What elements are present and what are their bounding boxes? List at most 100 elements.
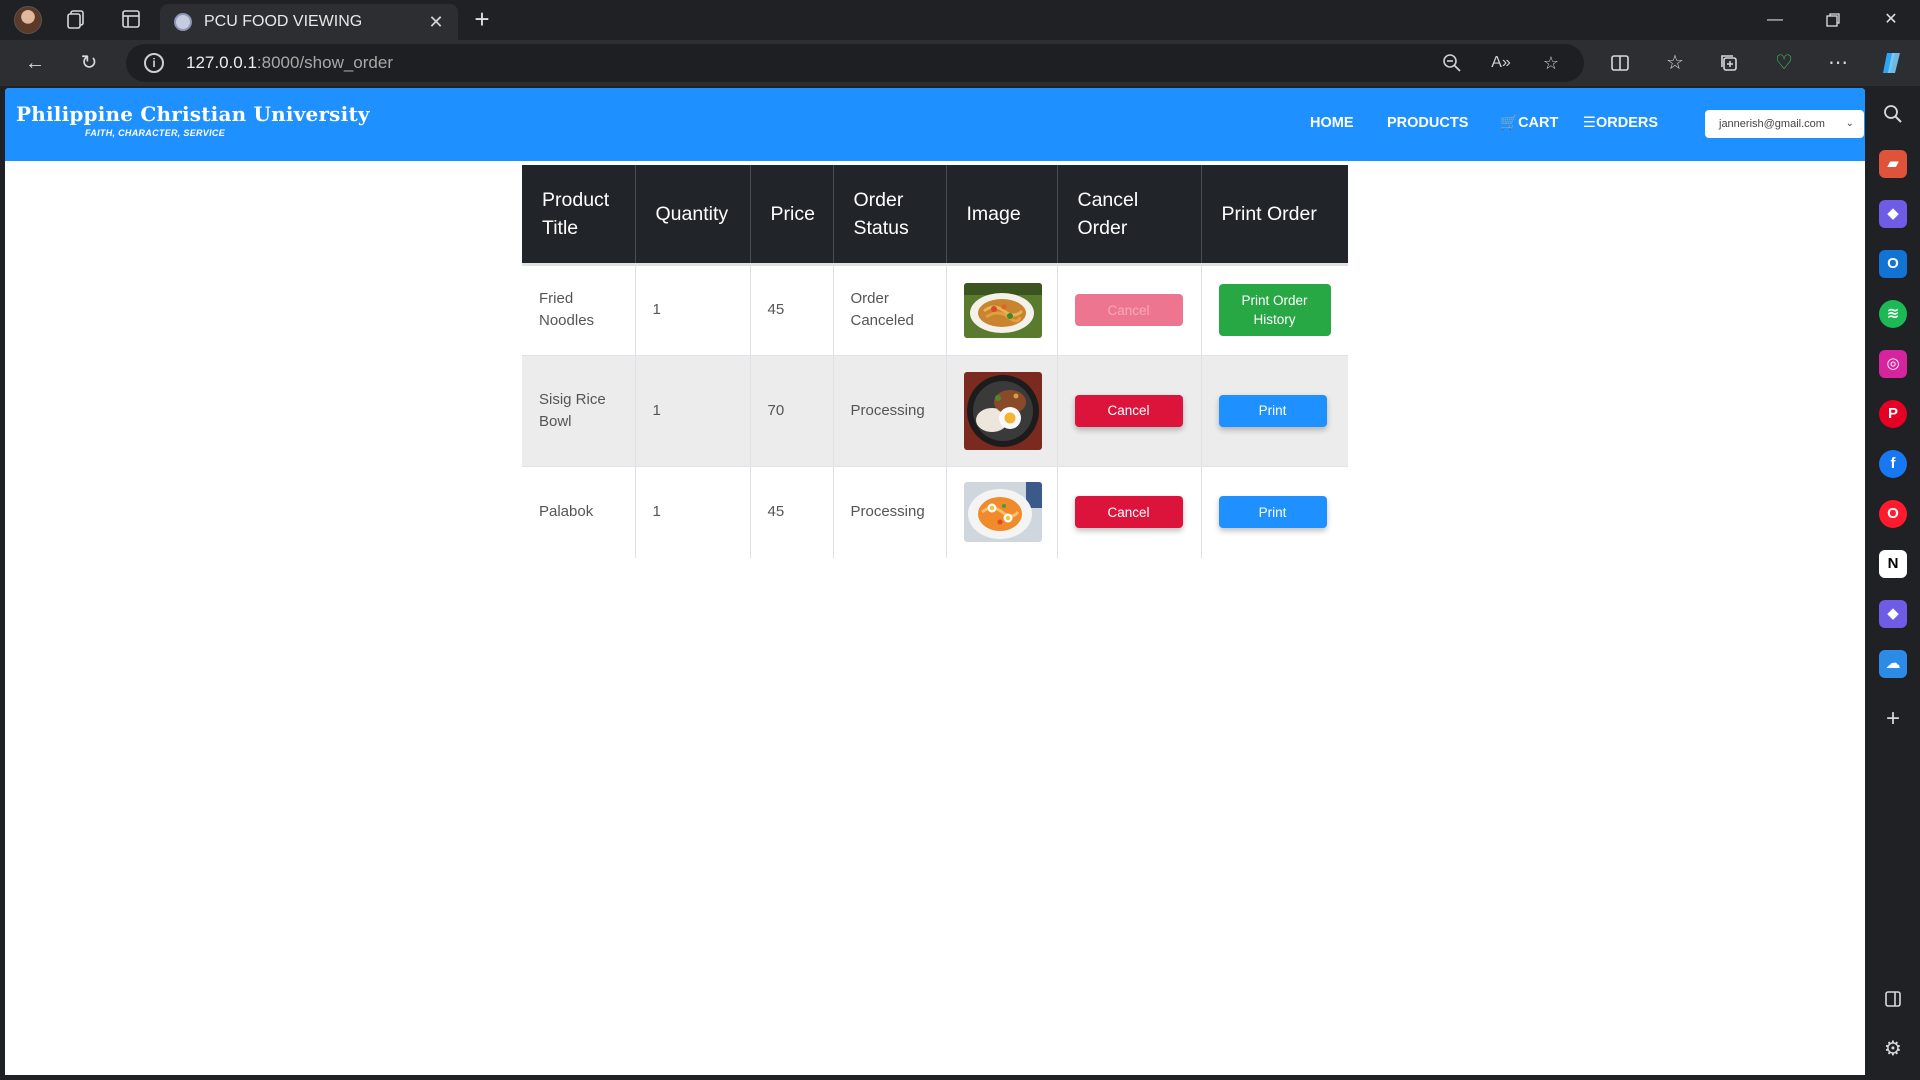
cancel-cell: Cancel xyxy=(1057,264,1202,355)
header-product-title: Product Title xyxy=(522,165,636,264)
fried-noodles-image xyxy=(963,282,1042,338)
address-bar[interactable]: i 127.0.0.1:8000/show_order A» ☆ xyxy=(126,44,1584,82)
product-title-cell: Palabok xyxy=(522,466,636,558)
cart-icon: 🛒 xyxy=(1500,115,1519,131)
chevron-down-icon: ⌄ xyxy=(1845,118,1854,129)
image-cell xyxy=(946,466,1058,558)
cancel-order-button: Cancel xyxy=(1074,294,1183,326)
nav-products-link[interactable]: PRODUCTS xyxy=(1387,88,1468,159)
favorites-icon[interactable]: ☆ xyxy=(1660,48,1690,78)
nav-cart-label: CART xyxy=(1518,115,1559,131)
profile-avatar[interactable] xyxy=(14,6,42,34)
minimize-icon[interactable]: — xyxy=(1757,6,1793,34)
image-cell xyxy=(946,355,1058,466)
table-row: Palabok 1 45 Processing Cancel Print xyxy=(522,466,1348,558)
image-cell xyxy=(946,264,1058,355)
workspaces-icon[interactable] xyxy=(64,8,88,32)
list-icon: ☰ xyxy=(1583,115,1596,131)
favorite-star-icon[interactable]: ☆ xyxy=(1537,49,1565,77)
restore-icon[interactable] xyxy=(1815,6,1851,34)
browser-toolbar: ← ↻ i 127.0.0.1:8000/show_order A» ☆ ☆ ♡… xyxy=(0,40,1920,86)
orders-table: Product Title Quantity Price Order Statu… xyxy=(522,165,1348,558)
print-order-history-button[interactable]: Print Order History xyxy=(1218,284,1331,336)
nav-home-link[interactable]: HOME xyxy=(1310,88,1354,159)
user-email: jannerish@gmail.com xyxy=(1719,118,1825,130)
copilot-app-icon[interactable]: ◆ xyxy=(1879,200,1907,228)
browser-essentials-icon[interactable]: ♡ xyxy=(1769,48,1799,78)
tools-icon[interactable]: ▰ xyxy=(1879,150,1907,178)
palabok-image xyxy=(963,482,1042,543)
site-logo[interactable]: Philippine Christian University FAITH, C… xyxy=(16,102,370,138)
tab-actions-icon[interactable] xyxy=(119,8,143,32)
back-icon[interactable]: ← xyxy=(20,48,50,78)
table-row: Sisig Rice Bowl 1 70 Processing Cancel P… xyxy=(522,355,1348,466)
tab-title: PCU FOOD VIEWING xyxy=(204,13,363,30)
cancel-order-button[interactable]: Cancel xyxy=(1074,394,1183,427)
nav-orders-link[interactable]: ☰ORDERS xyxy=(1583,88,1658,159)
close-window-icon[interactable]: ✕ xyxy=(1873,6,1909,34)
collections-icon[interactable] xyxy=(1714,48,1744,78)
opera-icon[interactable]: O xyxy=(1879,500,1907,528)
print-cell: Print xyxy=(1201,355,1348,466)
url-text[interactable]: 127.0.0.1:8000/show_order xyxy=(186,44,393,82)
table-header-row: Product Title Quantity Price Order Statu… xyxy=(522,165,1348,264)
spotify-icon[interactable]: ≋ xyxy=(1879,300,1907,328)
cancel-cell: Cancel xyxy=(1057,355,1202,466)
search-icon[interactable] xyxy=(1879,100,1907,128)
site-info-icon[interactable]: i xyxy=(144,53,164,73)
read-aloud-icon[interactable]: A» xyxy=(1487,49,1515,77)
status-cell: Processing xyxy=(833,466,947,558)
print-order-button[interactable]: Print xyxy=(1218,394,1327,427)
refresh-icon[interactable]: ↻ xyxy=(74,48,104,78)
onedrive-icon[interactable]: ☁ xyxy=(1879,650,1907,678)
table-row: Fried Noodles 1 45 Order Canceled Cancel… xyxy=(522,264,1348,355)
browser-tab[interactable]: PCU FOOD VIEWING ✕ xyxy=(160,4,458,40)
price-cell: 70 xyxy=(750,355,834,466)
header-order-status: Order Status xyxy=(833,165,947,264)
copilot-app-icon-2[interactable]: ◆ xyxy=(1879,600,1907,628)
sisig-rice-bowl-image xyxy=(963,371,1042,450)
split-screen-icon[interactable] xyxy=(1605,48,1635,78)
instagram-icon[interactable]: ◎ xyxy=(1879,350,1907,378)
nav-orders-label: ORDERS xyxy=(1596,115,1659,131)
tab-favicon-icon xyxy=(174,13,192,31)
product-title-cell: Sisig Rice Bowl xyxy=(522,355,636,466)
add-icon[interactable]: + xyxy=(1879,705,1907,733)
new-tab-icon[interactable]: + xyxy=(468,6,496,34)
price-cell: 45 xyxy=(750,466,834,558)
quantity-cell: 1 xyxy=(635,264,751,355)
price-cell: 45 xyxy=(750,264,834,355)
edge-sidebar: ▰ ◆ O ≋ ◎ P f O N ◆ ☁ + ⚙ xyxy=(1866,86,1920,1080)
close-tab-icon[interactable]: ✕ xyxy=(424,10,448,34)
header-print-order: Print Order xyxy=(1201,165,1348,264)
copilot-icon[interactable] xyxy=(1877,48,1907,78)
outlook-icon[interactable]: O xyxy=(1879,250,1907,278)
logo-title: Philippine Christian University xyxy=(16,102,370,126)
header-cancel-order: Cancel Order xyxy=(1057,165,1202,264)
page-viewport: Philippine Christian University FAITH, C… xyxy=(5,88,1865,1075)
quantity-cell: 1 xyxy=(635,466,751,558)
product-title-cell: Fried Noodles xyxy=(522,264,636,355)
browser-titlebar: PCU FOOD VIEWING ✕ + — ✕ xyxy=(0,0,1920,40)
header-image: Image xyxy=(946,165,1058,264)
cancel-cell: Cancel xyxy=(1057,466,1202,558)
status-cell: Processing xyxy=(833,355,947,466)
header-price: Price xyxy=(750,165,834,264)
user-dropdown[interactable]: jannerish@gmail.com ⌄ xyxy=(1705,110,1864,138)
sidebar-toggle-icon[interactable] xyxy=(1879,985,1907,1013)
print-cell: Print Order History xyxy=(1201,264,1348,355)
quantity-cell: 1 xyxy=(635,355,751,466)
facebook-icon[interactable]: f xyxy=(1879,450,1907,478)
notion-icon[interactable]: N xyxy=(1879,550,1907,578)
print-cell: Print xyxy=(1201,466,1348,558)
logo-tagline: FAITH, CHARACTER, SERVICE xyxy=(85,128,226,138)
more-icon[interactable]: ⋯ xyxy=(1823,48,1853,78)
status-cell: Order Canceled xyxy=(833,264,947,355)
cancel-order-button[interactable]: Cancel xyxy=(1074,496,1183,529)
header-quantity: Quantity xyxy=(635,165,751,264)
pinterest-icon[interactable]: P xyxy=(1879,400,1907,428)
zoom-icon[interactable] xyxy=(1438,49,1466,77)
nav-cart-link[interactable]: 🛒CART xyxy=(1500,88,1558,159)
settings-icon[interactable]: ⚙ xyxy=(1879,1035,1907,1063)
print-order-button[interactable]: Print xyxy=(1218,496,1327,529)
